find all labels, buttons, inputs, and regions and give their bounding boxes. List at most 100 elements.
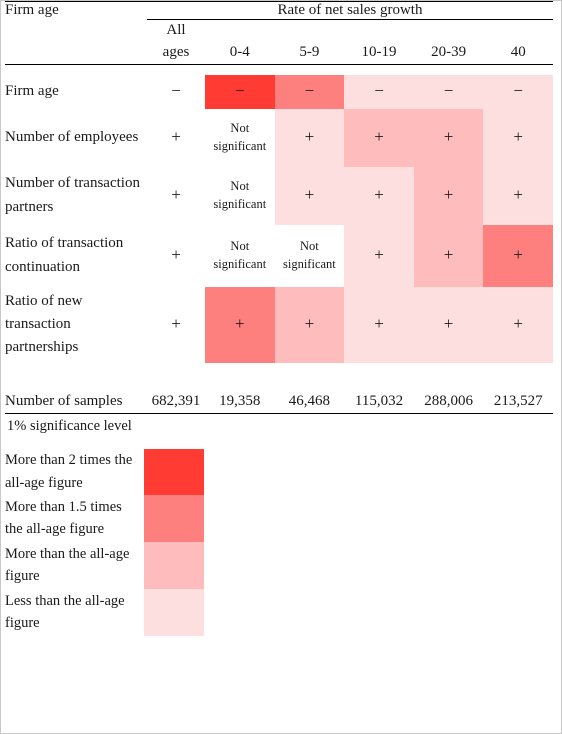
row-label: Ratio of new transaction partnerships — [5, 287, 147, 363]
cell-not-significant: Not significant — [205, 224, 275, 287]
cell-heat: + — [205, 286, 275, 363]
not-significant-line1: Not — [230, 179, 250, 193]
column-header-all: All ages — [147, 19, 205, 65]
column-header-line1 — [516, 22, 520, 38]
sign-glyph: + — [513, 245, 523, 264]
cell-heat: + — [413, 286, 484, 363]
samples-label: Number of samples — [5, 390, 147, 414]
row-label-line: Firm age — [5, 82, 59, 99]
legend-swatch — [144, 448, 204, 495]
sign-glyph: − — [171, 81, 181, 100]
column-header-line1 — [447, 22, 451, 38]
cell-heat: − — [483, 74, 553, 109]
column-header-0-4: 0-4 — [205, 19, 275, 65]
row-label-line: partnerships — [5, 339, 79, 356]
not-significant-line1: Not — [230, 239, 250, 253]
row-label-line: Number of transaction — [5, 175, 140, 192]
sign-glyph: + — [374, 314, 384, 333]
row-label: Number of employees — [5, 109, 147, 167]
cell-heat: + — [274, 108, 345, 167]
sign-glyph: − — [443, 81, 454, 100]
cell-heat: + — [413, 166, 484, 225]
column-header-line1 — [377, 22, 381, 38]
cell-not-significant: Not significant — [205, 108, 275, 167]
table-row: Ratio of transaction continuation + Not sign… — [5, 224, 553, 287]
legend-label: Less than the all-age figure — [5, 592, 125, 631]
cell-heat: + — [483, 166, 553, 225]
row-label-line: transaction — [5, 315, 71, 332]
table-header-row-group: Firm age Rate of net sales growth — [5, 1, 553, 20]
sign-glyph: − — [304, 81, 315, 100]
samples-gap — [5, 363, 553, 391]
column-header-5-9: 5-9 — [274, 19, 345, 65]
cell-heat: + — [274, 166, 345, 225]
cell-heat: + — [483, 286, 553, 363]
column-header-line2: 5-9 — [299, 43, 320, 60]
results-table: Firm age Rate of net sales growth All ages … — [5, 1, 553, 414]
row-label: Number of transaction partners — [5, 167, 147, 225]
sign-glyph: + — [171, 245, 181, 264]
sign-glyph: − — [235, 81, 245, 100]
sign-glyph: + — [304, 185, 315, 204]
cell-heat: + — [483, 224, 553, 287]
row-label: Ratio of transaction continuation — [5, 225, 147, 287]
sign-glyph: + — [171, 185, 181, 204]
samples-value: 288,006 — [413, 390, 484, 414]
column-header-10-19: 10-19 — [344, 19, 414, 65]
sign-glyph: + — [171, 127, 181, 146]
row-label-line: Ratio of transaction — [5, 235, 124, 252]
significance-footnote: 1% significance level — [7, 417, 132, 434]
sign-glyph: + — [304, 127, 315, 146]
column-header-line2: 10-19 — [361, 43, 397, 60]
sign-glyph: − — [374, 81, 384, 100]
header-spacer — [5, 19, 147, 65]
column-header-line1: All — [166, 22, 186, 38]
legend-label: More than 2 times the all-age figure — [5, 452, 133, 491]
cell-all-ages: + — [147, 225, 205, 287]
corner-label: Firm age — [5, 1, 147, 20]
cell-heat: + — [344, 166, 414, 225]
legend-swatch — [144, 541, 204, 589]
gap-cell — [5, 64, 553, 75]
not-significant-line1: Not — [300, 239, 319, 253]
cell-heat: + — [344, 108, 414, 167]
sign-glyph: + — [171, 314, 181, 333]
table-row: Ratio of new transaction partnerships + + + + +… — [5, 286, 553, 363]
sign-glyph: + — [443, 185, 454, 204]
column-header-20-39: 20-39 — [413, 19, 484, 65]
cell-not-significant: Not significant — [205, 166, 275, 225]
table-row: Firm age − − − − − − — [5, 74, 553, 109]
row-label-line: partners — [5, 198, 54, 215]
table-figure: Firm age Rate of net sales growth All ages … — [1, 1, 561, 733]
sign-glyph: + — [374, 185, 384, 204]
column-header-line1 — [238, 22, 242, 38]
table-row: Number of employees + Not significant + + + + — [5, 108, 553, 167]
not-significant-line1: Not — [230, 121, 250, 135]
samples-value: 115,032 — [344, 390, 414, 414]
color-legend: More than 2 times the all-age figure More… — [5, 448, 561, 636]
not-significant-line2: significant — [213, 138, 267, 153]
row-label-line: continuation — [5, 258, 80, 275]
legend-label: More than the all-age figure — [5, 545, 130, 584]
column-header-40: 40 — [483, 19, 553, 65]
cell-heat: − — [413, 74, 484, 109]
column-group-header: Rate of net sales growth — [147, 1, 553, 20]
samples-value: 213,527 — [483, 390, 553, 414]
sign-glyph: + — [443, 127, 454, 146]
samples-value: 46,468 — [274, 390, 345, 414]
column-header-line1 — [308, 22, 312, 38]
cell-heat: − — [344, 74, 414, 109]
sign-glyph: + — [513, 314, 523, 333]
table-row: Number of transaction partners + Not signifi… — [5, 166, 553, 225]
cell-heat: + — [344, 224, 414, 287]
sign-glyph: + — [513, 185, 523, 204]
column-header-line2: 20-39 — [431, 43, 467, 60]
sign-glyph: + — [374, 245, 384, 264]
sign-glyph: + — [443, 245, 454, 264]
not-significant-line2: significant — [213, 196, 267, 211]
column-header-line2: 0-4 — [229, 43, 250, 60]
column-header-line2: 40 — [510, 43, 526, 60]
cell-heat: + — [274, 286, 345, 363]
sign-glyph: + — [374, 127, 384, 146]
not-significant-line2: significant — [213, 256, 267, 271]
